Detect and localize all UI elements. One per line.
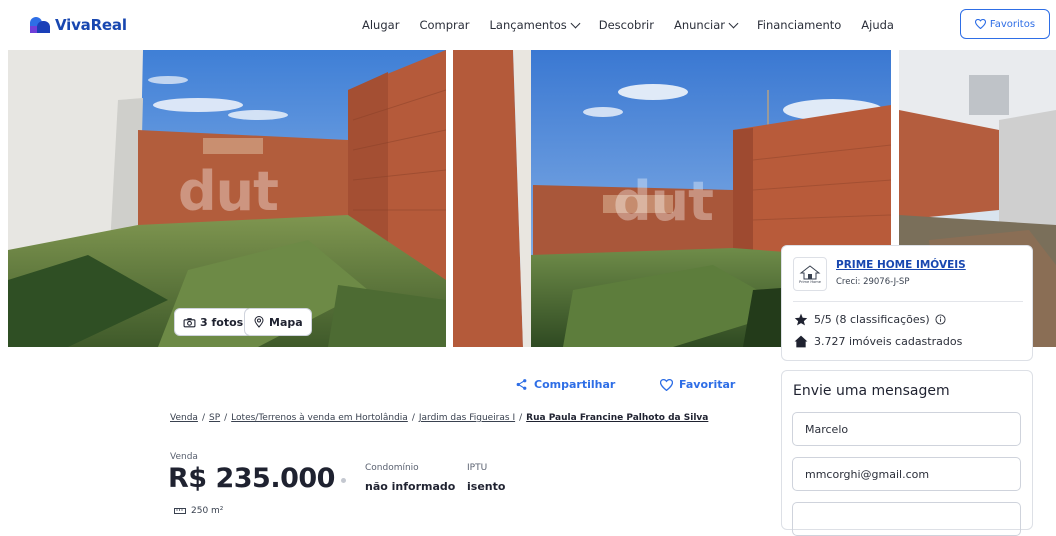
separator-dot (341, 478, 346, 483)
agency-name[interactable]: PRIME HOME IMÓVEIS (836, 259, 966, 271)
area-value: 250 m² (191, 506, 224, 516)
breadcrumb: Venda / SP / Lotes/Terrenos à venda em Hor… (170, 413, 708, 423)
nav-item-comprar[interactable]: Comprar (419, 18, 469, 32)
contact-form: Envie uma mensagem Marcelo mmcorghi@gmai… (781, 370, 1033, 536)
area-info: 250 m² (174, 506, 223, 516)
breadcrumb-separator: / (519, 413, 523, 423)
rating-text: 5/5 (8 classificações) (814, 313, 930, 326)
photos-label: 3 fotos (200, 315, 244, 329)
agency-logo[interactable]: Prime Home (793, 257, 827, 291)
iptu-label: IPTU (467, 463, 488, 473)
heart-icon (974, 19, 986, 29)
property-photo-1[interactable]: dut 3 fotos Mapa (8, 50, 446, 347)
breadcrumb-item[interactable]: SP (209, 413, 220, 423)
nav-label: Lançamentos (489, 18, 567, 32)
breadcrumb-item[interactable]: Jardim das Figueiras I (419, 413, 515, 423)
logo-icon (30, 17, 50, 33)
map-label: Mapa (269, 315, 303, 329)
nav-item-lancamentos[interactable]: Lançamentos (489, 18, 581, 32)
favorite-button[interactable]: Favoritar (660, 378, 735, 391)
info-icon[interactable] (935, 314, 946, 325)
agency-rating: 5/5 (8 classificações) (794, 313, 952, 326)
breadcrumb-separator: / (224, 413, 228, 423)
breadcrumb-item[interactable]: Lotes/Terrenos à venda em Hortolândia (231, 413, 408, 423)
breadcrumb-current[interactable]: Rua Paula Francine Palhoto da Silva (526, 413, 708, 423)
nav-item-anunciar[interactable]: Anunciar (673, 18, 739, 32)
phone-input[interactable] (792, 502, 1021, 536)
deal-type: Venda (170, 452, 198, 462)
nav-item-alugar[interactable]: Alugar (362, 18, 399, 32)
nav-label: Anunciar (673, 18, 725, 32)
top-header: VivaReal Alugar Comprar Lançamentos Desc… (0, 0, 1056, 50)
share-label: Compartilhar (534, 378, 616, 391)
heart-icon (660, 378, 673, 391)
nav-label: Comprar (419, 18, 470, 32)
vivareal-logo[interactable]: VivaReal (30, 16, 127, 34)
share-button[interactable]: Compartilhar (515, 378, 615, 391)
divider (793, 301, 1023, 302)
brand-name: VivaReal (55, 16, 127, 34)
condo-value: não informado (365, 480, 456, 493)
chevron-down-icon (728, 18, 739, 28)
map-button[interactable]: Mapa (244, 308, 312, 336)
nav-label: Alugar (362, 18, 400, 32)
watermark-text: dut (613, 170, 714, 233)
breadcrumb-separator: / (411, 413, 415, 423)
agency-logo-text: Prime Home (799, 280, 822, 284)
camera-icon (183, 317, 196, 327)
nav-label: Descobrir (598, 18, 654, 32)
watermark-text: dut (178, 160, 279, 223)
favorites-label: Favoritos (989, 18, 1036, 30)
contact-form-title: Envie uma mensagem (793, 383, 950, 399)
nav-item-descobrir[interactable]: Descobrir (599, 18, 654, 32)
house-logo-icon: Prime Home (799, 265, 822, 284)
email-input[interactable]: mmcorghi@gmail.com (792, 457, 1021, 491)
agency-listings: 3.727 imóveis cadastrados (794, 335, 962, 348)
condo-label: Condomínio (365, 463, 419, 473)
home-icon (794, 335, 808, 348)
iptu-value: isento (467, 480, 506, 493)
main-nav: Alugar Comprar Lançamentos Descobrir Anu… (362, 18, 914, 32)
favorites-button[interactable]: Favoritos (960, 9, 1050, 39)
favorite-label: Favoritar (679, 378, 736, 391)
nav-label: Financiamento (757, 18, 842, 32)
breadcrumb-item[interactable]: Venda (170, 413, 198, 423)
nav-item-ajuda[interactable]: Ajuda (861, 18, 894, 32)
share-icon (516, 379, 527, 390)
photos-button[interactable]: 3 fotos (174, 308, 253, 336)
nav-item-financiamento[interactable]: Financiamento (757, 18, 841, 32)
name-input[interactable]: Marcelo (792, 412, 1021, 446)
chevron-down-icon (570, 18, 581, 28)
breadcrumb-separator: / (201, 413, 205, 423)
agency-creci: Creci: 29076-J-SP (836, 277, 910, 287)
map-pin-icon (254, 316, 264, 328)
listings-count: 3.727 imóveis cadastrados (814, 335, 963, 348)
star-icon (794, 313, 808, 326)
nav-label: Ajuda (861, 18, 894, 32)
price: R$ 235.000 (168, 463, 335, 494)
agency-card: Prime Home PRIME HOME IMÓVEIS Creci: 290… (781, 245, 1033, 361)
